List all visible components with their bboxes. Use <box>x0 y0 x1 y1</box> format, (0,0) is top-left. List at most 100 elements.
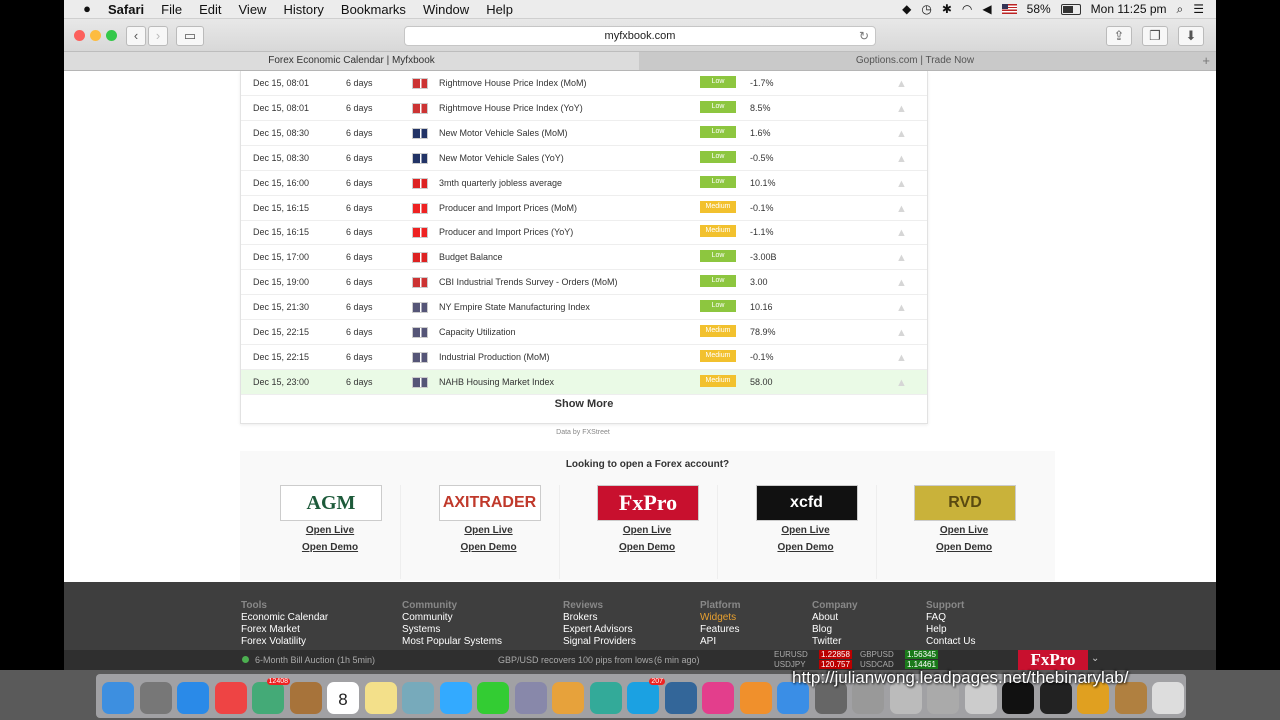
footer-link[interactable]: Twitter <box>812 636 858 648</box>
evernote-icon[interactable]: ◆ <box>902 2 911 16</box>
time-machine-icon[interactable]: ◷ <box>921 2 931 16</box>
notification-center-icon[interactable]: ☰ <box>1193 2 1204 16</box>
bell-alert-icon[interactable]: ▲ <box>896 153 907 165</box>
table-row[interactable]: Dec 15, 21:30 6 days NY Empire State Manuf… <box>241 295 927 321</box>
open-live-link[interactable]: Open Live <box>736 525 876 536</box>
minimize-window-button[interactable] <box>90 30 101 41</box>
bell-alert-icon[interactable]: ▲ <box>896 103 907 115</box>
table-row[interactable]: Dec 15, 08:01 6 days Rightmove House Price… <box>241 71 927 96</box>
table-row[interactable]: Dec 15, 23:00 6 days NAHB Housing Market I… <box>241 369 927 395</box>
menu-help[interactable]: Help <box>486 2 513 17</box>
open-demo-link[interactable]: Open Demo <box>736 542 876 553</box>
chrome-icon[interactable] <box>214 682 247 714</box>
open-demo-link[interactable]: Open Demo <box>419 542 559 553</box>
photos-icon[interactable] <box>514 682 547 714</box>
menu-safari[interactable]: Safari <box>108 2 144 17</box>
footer-link[interactable]: About <box>812 612 858 624</box>
photo-app-icon[interactable]: 12408 <box>252 678 290 714</box>
show-more-button[interactable]: Show More <box>241 398 927 410</box>
bluetooth-icon[interactable]: ✱ <box>942 2 952 16</box>
bell-alert-icon[interactable]: ▲ <box>896 352 907 364</box>
fxpro-ticker-logo[interactable]: FxPro <box>1018 650 1088 670</box>
ibooks-icon[interactable] <box>739 682 772 714</box>
spotlight-search-icon[interactable]: ⌕ <box>1177 2 1184 16</box>
bell-alert-icon[interactable]: ▲ <box>896 327 907 339</box>
menu-edit[interactable]: Edit <box>199 2 221 17</box>
menu-bookmarks[interactable]: Bookmarks <box>341 2 406 17</box>
footer-link[interactable]: API <box>700 636 741 648</box>
broker-logo[interactable]: xcfd <box>755 485 858 521</box>
bell-alert-icon[interactable]: ▲ <box>896 178 907 190</box>
apple-icon[interactable]: ● <box>80 2 94 16</box>
broker-logo[interactable]: AXITRADER <box>438 485 541 521</box>
facetime-icon[interactable] <box>477 682 509 714</box>
footer-link[interactable]: Widgets <box>700 612 741 624</box>
event-name[interactable]: Budget Balance <box>439 252 503 262</box>
sidebar-toggle-button[interactable]: ▭ <box>176 26 204 46</box>
table-row[interactable]: Dec 15, 19:00 6 days CBI Industrial Trends… <box>241 270 927 296</box>
open-demo-link[interactable]: Open Demo <box>577 542 717 553</box>
event-name[interactable]: Producer and Import Prices (MoM) <box>439 203 577 213</box>
event-name[interactable]: Capacity Utilization <box>439 327 516 337</box>
ticker-collapse-icon[interactable]: ⌄ <box>1091 653 1099 664</box>
table-row[interactable]: Dec 15, 16:15 6 days Producer and Import P… <box>241 196 927 221</box>
menu-history[interactable]: History <box>283 2 323 17</box>
footer-link[interactable]: Blog <box>812 624 858 636</box>
table-row[interactable]: Dec 15, 16:00 6 days 3mth quarterly jobles… <box>241 171 927 196</box>
downloads-button[interactable]: ⬇ <box>1178 26 1204 46</box>
table-row[interactable]: Dec 15, 22:15 6 days Industrial Production… <box>241 345 927 370</box>
open-live-link[interactable]: Open Live <box>894 525 1034 536</box>
table-row[interactable]: Dec 15, 17:00 6 days Budget Balance Low -3.0… <box>241 245 927 271</box>
tab-goptions[interactable]: Goptions.com | Trade Now <box>640 52 1190 70</box>
back-button[interactable]: ‹ <box>126 26 146 46</box>
open-live-link[interactable]: Open Live <box>260 525 400 536</box>
ticker-news-1[interactable]: 6-Month Bill Auction (1h 5min) <box>255 655 375 665</box>
event-name[interactable]: Rightmove House Price Index (YoY) <box>439 103 583 113</box>
footer-link[interactable]: Most Popular Systems <box>402 636 502 648</box>
input-source-flag-icon[interactable] <box>1001 4 1017 14</box>
bell-alert-icon[interactable]: ▲ <box>896 128 907 140</box>
launchpad-icon[interactable] <box>139 682 172 714</box>
share-button[interactable]: ⇪ <box>1106 26 1132 46</box>
bell-alert-icon[interactable]: ▲ <box>896 227 907 239</box>
event-name[interactable]: Rightmove House Price Index (MoM) <box>439 78 587 88</box>
menu-file[interactable]: File <box>161 2 182 17</box>
messages-icon[interactable] <box>439 682 472 714</box>
wifi-icon[interactable]: ◠ <box>962 2 972 16</box>
footer-link[interactable]: Signal Providers <box>563 636 636 648</box>
volume-icon[interactable]: ◀ <box>982 2 991 16</box>
broker-logo[interactable]: AGM <box>280 485 382 521</box>
footer-link[interactable]: Forex Market <box>241 624 328 636</box>
forward-button[interactable]: › <box>148 26 168 46</box>
numbers-icon[interactable] <box>589 682 622 714</box>
open-live-link[interactable]: Open Live <box>577 525 717 536</box>
bell-alert-icon[interactable]: ▲ <box>896 377 907 389</box>
open-live-link[interactable]: Open Live <box>419 525 559 536</box>
ticker-news-2[interactable]: GBP/USD recovers 100 pips from lows <box>498 655 653 665</box>
notes-icon[interactable] <box>364 682 397 714</box>
new-tab-icon[interactable]: + <box>1202 52 1210 69</box>
event-name[interactable]: NY Empire State Manufacturing Index <box>439 302 590 312</box>
event-name[interactable]: Industrial Production (MoM) <box>439 352 550 362</box>
menu-window[interactable]: Window <box>423 2 469 17</box>
footer-link[interactable]: Systems <box>402 624 502 636</box>
tab-forex-calendar[interactable]: Forex Economic Calendar | Myfxbook <box>64 52 639 70</box>
event-name[interactable]: New Motor Vehicle Sales (YoY) <box>439 153 564 163</box>
open-demo-link[interactable]: Open Demo <box>894 542 1034 553</box>
safari-icon[interactable] <box>177 682 209 714</box>
preview-icon[interactable] <box>402 682 434 714</box>
address-bar[interactable]: myfxbook.com ↻ <box>404 26 876 46</box>
table-row[interactable]: Dec 15, 16:15 6 days Producer and Import P… <box>241 220 927 246</box>
table-row[interactable]: Dec 15, 08:30 6 days New Motor Vehicle Sal… <box>241 121 927 146</box>
calendar-icon[interactable]: 8 <box>327 682 359 714</box>
table-row[interactable]: Dec 15, 08:01 6 days Rightmove House Price… <box>241 96 927 121</box>
broker-logo[interactable]: RVD <box>914 485 1016 521</box>
menubar-clock[interactable]: Mon 11:25 pm <box>1091 2 1167 16</box>
footer-link[interactable]: Forex Volatility <box>241 636 328 648</box>
broker-logo[interactable]: FxPro <box>597 485 699 521</box>
event-name[interactable]: New Motor Vehicle Sales (MoM) <box>439 128 568 138</box>
footer-link[interactable]: Help <box>926 624 975 636</box>
event-name[interactable]: 3mth quarterly jobless average <box>439 178 562 188</box>
contacts-icon[interactable] <box>289 682 322 714</box>
bell-alert-icon[interactable]: ▲ <box>896 277 907 289</box>
